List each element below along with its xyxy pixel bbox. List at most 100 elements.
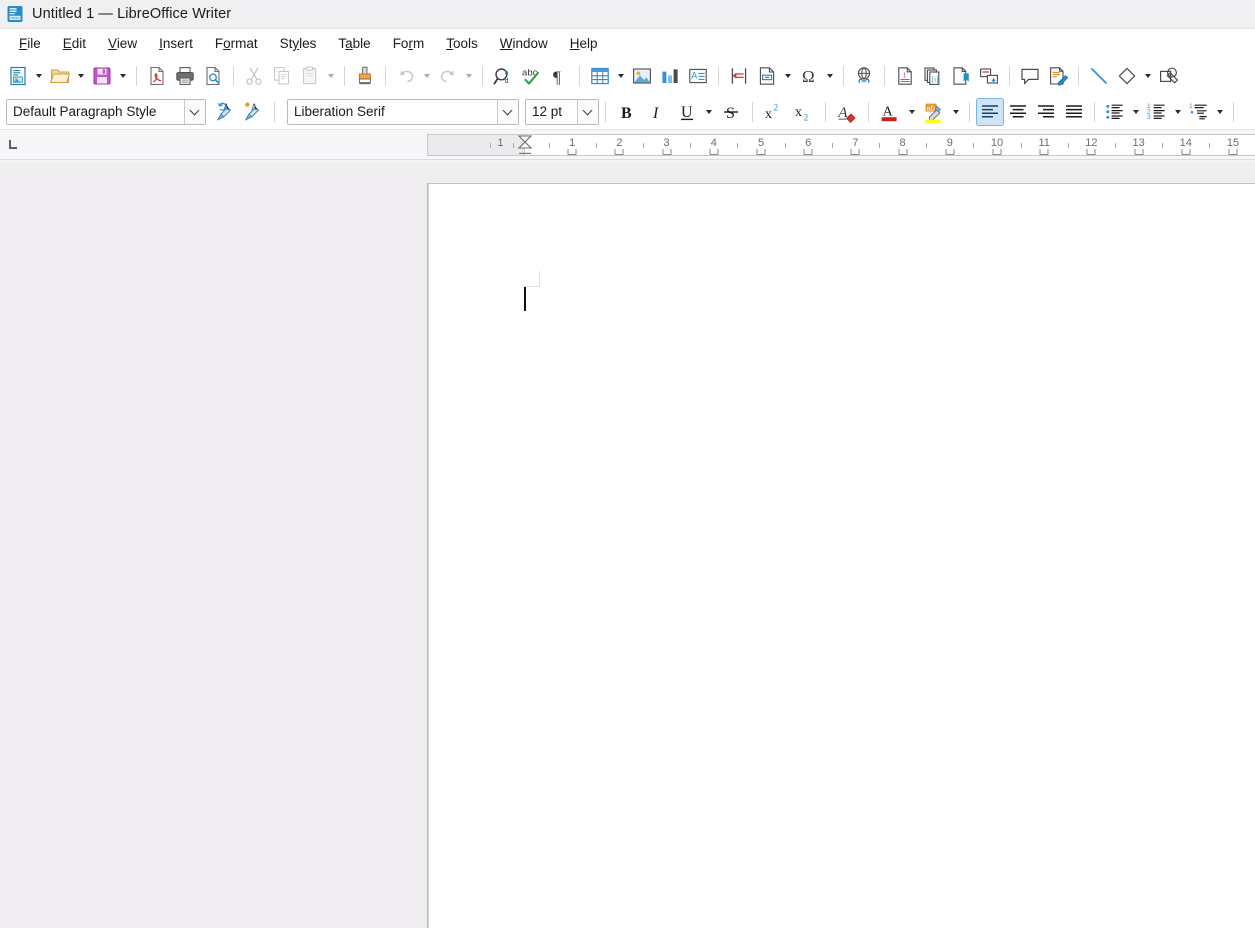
- insert-text-box-button[interactable]: A: [684, 62, 712, 90]
- indent-marker-icon[interactable]: [516, 135, 534, 155]
- copy-button[interactable]: [268, 62, 296, 90]
- spelling-button[interactable]: abc: [517, 62, 545, 90]
- align-center-button[interactable]: [1004, 98, 1032, 126]
- insert-page-break-button[interactable]: [725, 62, 753, 90]
- ruler-default-tab-stop[interactable]: [992, 149, 1002, 155]
- undo-button[interactable]: [392, 62, 420, 90]
- redo-dropdown[interactable]: [462, 62, 476, 90]
- open-document-dropdown[interactable]: [74, 62, 88, 90]
- font-name-combo[interactable]: Liberation Serif: [287, 98, 519, 125]
- insert-hyperlink-button[interactable]: [850, 62, 878, 90]
- horizontal-ruler[interactable]: 1 1 2 3 4 5 6 7 8 9 10 11 12 13 14 15: [427, 134, 1255, 156]
- left-margin-zone[interactable]: [428, 135, 525, 155]
- paste-button[interactable]: [296, 62, 324, 90]
- cut-button[interactable]: [240, 62, 268, 90]
- menu-tools[interactable]: Tools: [435, 32, 489, 55]
- ruler-default-tab-stop[interactable]: [662, 149, 672, 155]
- paragraph-style-combo[interactable]: Default Paragraph Style: [6, 98, 206, 125]
- underline-button[interactable]: U: [672, 98, 702, 126]
- font-size-value[interactable]: 12 pt: [526, 104, 577, 119]
- insert-comment-button[interactable]: [1016, 62, 1044, 90]
- menu-styles[interactable]: Styles: [269, 32, 328, 55]
- find-replace-button[interactable]: a d: [489, 62, 517, 90]
- update-style-button[interactable]: A: [212, 98, 240, 126]
- save-document-button[interactable]: [88, 62, 116, 90]
- insert-table-dropdown[interactable]: [614, 62, 628, 90]
- menu-insert[interactable]: Insert: [148, 32, 204, 55]
- insert-chart-button[interactable]: [656, 62, 684, 90]
- save-document-dropdown[interactable]: [116, 62, 130, 90]
- undo-dropdown[interactable]: [420, 62, 434, 90]
- menu-view[interactable]: View: [97, 32, 148, 55]
- font-name-value[interactable]: Liberation Serif: [288, 104, 497, 119]
- special-character-dropdown[interactable]: [823, 62, 837, 90]
- ruler-default-tab-stop[interactable]: [1228, 149, 1238, 155]
- ruler-default-tab-stop[interactable]: [850, 149, 860, 155]
- special-character-button[interactable]: Ω: [795, 62, 823, 90]
- menu-format[interactable]: Format: [204, 32, 269, 55]
- font-color-button[interactable]: A: [875, 98, 905, 126]
- ordered-list-dropdown[interactable]: [1171, 98, 1185, 126]
- font-color-dropdown[interactable]: [905, 98, 919, 126]
- menu-window[interactable]: Window: [489, 32, 559, 55]
- highlight-color-button[interactable]: ab: [919, 98, 949, 126]
- new-document-dropdown[interactable]: [32, 62, 46, 90]
- subscript-button[interactable]: x 2: [789, 98, 819, 126]
- italic-button[interactable]: I: [642, 98, 672, 126]
- clone-formatting-button[interactable]: [351, 62, 379, 90]
- highlight-color-dropdown[interactable]: [949, 98, 963, 126]
- align-right-button[interactable]: [1032, 98, 1060, 126]
- superscript-button[interactable]: x 2: [759, 98, 789, 126]
- document-page[interactable]: [427, 183, 1255, 928]
- unordered-list-dropdown[interactable]: [1129, 98, 1143, 126]
- paragraph-style-dropdown-button[interactable]: [184, 99, 205, 124]
- redo-button[interactable]: [434, 62, 462, 90]
- insert-endnote-button[interactable]: [i]: [919, 62, 947, 90]
- font-name-dropdown-button[interactable]: [497, 99, 518, 124]
- paragraph-style-value[interactable]: Default Paragraph Style: [7, 104, 184, 119]
- insert-bookmark-button[interactable]: [947, 62, 975, 90]
- insert-field-dropdown[interactable]: [781, 62, 795, 90]
- show-draw-functions-button[interactable]: [1155, 62, 1183, 90]
- menu-form[interactable]: Form: [382, 32, 436, 55]
- clear-formatting-button[interactable]: A: [832, 98, 862, 126]
- bold-button[interactable]: B: [612, 98, 642, 126]
- paste-dropdown[interactable]: [324, 62, 338, 90]
- insert-field-button[interactable]: [753, 62, 781, 90]
- track-changes-button[interactable]: [1044, 62, 1072, 90]
- menu-edit[interactable]: Edit: [52, 32, 97, 55]
- ruler-default-tab-stop[interactable]: [1134, 149, 1144, 155]
- strikethrough-button[interactable]: S: [716, 98, 746, 126]
- new-style-button[interactable]: A: [240, 98, 268, 126]
- menu-help[interactable]: Help: [559, 32, 609, 55]
- tab-stop-type-icon[interactable]: [9, 140, 18, 149]
- menu-file[interactable]: File: [8, 32, 52, 55]
- insert-table-button[interactable]: [586, 62, 614, 90]
- insert-line-button[interactable]: [1085, 62, 1113, 90]
- font-size-combo[interactable]: 12 pt: [525, 98, 599, 125]
- document-workspace[interactable]: [0, 162, 1255, 928]
- font-size-dropdown-button[interactable]: [577, 99, 598, 124]
- ruler-default-tab-stop[interactable]: [567, 149, 577, 155]
- unordered-list-button[interactable]: [1101, 98, 1129, 126]
- ordered-list-button[interactable]: 1 2 3: [1143, 98, 1171, 126]
- insert-footnote-button[interactable]: 1: [891, 62, 919, 90]
- ruler-default-tab-stop[interactable]: [803, 149, 813, 155]
- align-left-button[interactable]: [976, 97, 1004, 126]
- ruler-default-tab-stop[interactable]: [1086, 149, 1096, 155]
- basic-shapes-button[interactable]: [1113, 62, 1141, 90]
- insert-cross-reference-button[interactable]: [975, 62, 1003, 90]
- menu-table[interactable]: Table: [327, 32, 381, 55]
- print-preview-button[interactable]: [199, 62, 227, 90]
- ruler-default-tab-stop[interactable]: [898, 149, 908, 155]
- insert-image-button[interactable]: [628, 62, 656, 90]
- open-document-button[interactable]: [46, 62, 74, 90]
- print-button[interactable]: [171, 62, 199, 90]
- align-justified-button[interactable]: [1060, 98, 1088, 126]
- ruler-default-tab-stop[interactable]: [945, 149, 955, 155]
- formatting-marks-button[interactable]: ¶: [545, 62, 573, 90]
- ruler-default-tab-stop[interactable]: [1039, 149, 1049, 155]
- ruler-default-tab-stop[interactable]: [1181, 149, 1191, 155]
- outline-list-button[interactable]: 1: [1185, 98, 1213, 126]
- underline-dropdown[interactable]: [702, 98, 716, 126]
